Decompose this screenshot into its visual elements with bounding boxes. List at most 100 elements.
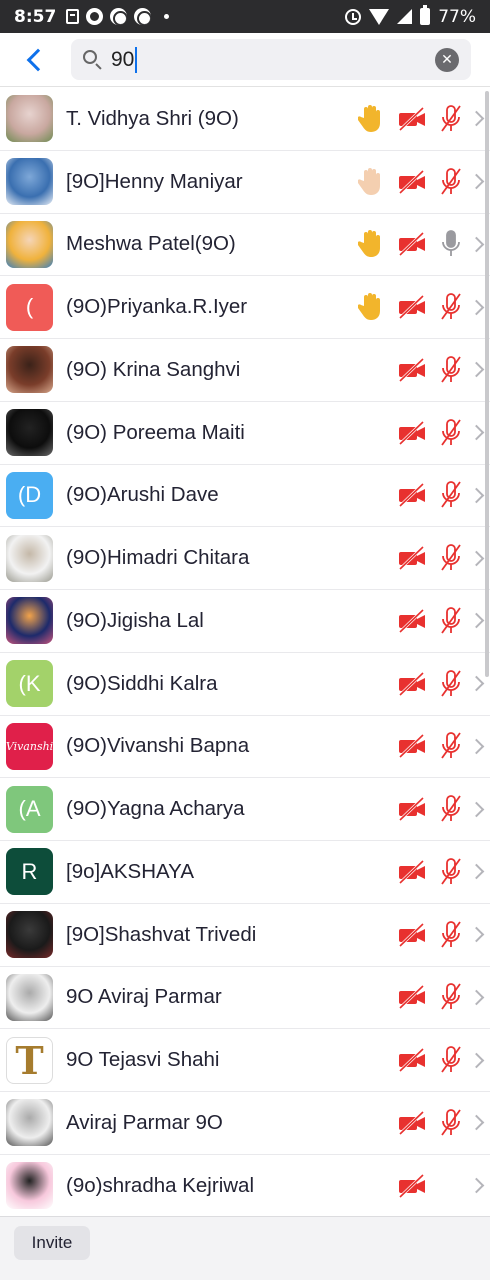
- status-bar: 8:57 77%: [0, 0, 490, 33]
- mic-muted-icon: [438, 104, 464, 134]
- search-input[interactable]: [111, 45, 421, 74]
- back-button[interactable]: [18, 43, 52, 77]
- participant-name: [9O]Shashvat Trivedi: [66, 922, 257, 946]
- participant-row[interactable]: [9O]Henny Maniyar: [0, 151, 490, 214]
- chevron-right-icon: [468, 1115, 485, 1131]
- participant-avatar: (D: [6, 471, 53, 519]
- mic-muted-icon: [438, 167, 464, 197]
- participant-avatar: [6, 534, 53, 582]
- invite-button[interactable]: Invite: [14, 1226, 90, 1260]
- participant-row[interactable]: ((9O)Priyanka.R.Iyer: [0, 276, 490, 339]
- participant-row[interactable]: (9O) Krina Sanghvi: [0, 339, 490, 402]
- participant-row[interactable]: (9O) Poreema Maiti: [0, 402, 490, 465]
- mic-muted-icon: [438, 669, 464, 699]
- participant-avatar: R: [6, 848, 53, 896]
- raised-hand-icon: [357, 104, 384, 134]
- mic-muted-icon: [438, 794, 464, 824]
- video-off-icon: [398, 169, 426, 194]
- chevron-right-icon: [468, 299, 485, 315]
- participant-name: T. Vidhya Shri (9O): [66, 106, 239, 130]
- chevron-right-icon: [468, 362, 485, 378]
- video-off-icon: [398, 232, 426, 257]
- participant-row[interactable]: T. Vidhya Shri (9O): [0, 88, 490, 151]
- participant-row[interactable]: Meshwa Patel(9O): [0, 214, 490, 277]
- clear-search-button[interactable]: ✕: [435, 48, 459, 72]
- mic-on-icon: [438, 229, 464, 259]
- mic-muted-icon: [438, 1108, 464, 1138]
- raised-hand-icon: [357, 292, 384, 322]
- video-off-icon: [398, 546, 426, 571]
- participant-name: 9O Tejasvi Shahi: [66, 1048, 220, 1072]
- mic-muted-icon: [438, 292, 464, 322]
- participant-name: (9o)shradha Kejriwal: [66, 1173, 255, 1197]
- chevron-right-icon: [468, 550, 485, 566]
- participant-avatar: [6, 1099, 53, 1147]
- participant-row[interactable]: Vivanshi (9O)Vivanshi Bapna: [0, 716, 490, 779]
- notification-ball-icon: [134, 8, 152, 25]
- participant-avatar: [6, 973, 53, 1021]
- chevron-right-icon: [468, 1177, 485, 1194]
- chevron-right-icon: [468, 173, 485, 190]
- participant-avatar: (: [6, 283, 53, 331]
- video-off-icon: [398, 922, 426, 947]
- alarm-icon: [345, 8, 362, 25]
- video-off-icon: [398, 295, 426, 320]
- participant-name: Meshwa Patel(9O): [66, 232, 236, 256]
- participant-avatar: [6, 1162, 53, 1210]
- chevron-right-icon: [468, 487, 485, 504]
- participant-row[interactable]: (9O)Jigisha Lal: [0, 590, 490, 653]
- avatar-initial: (: [25, 294, 34, 320]
- participant-avatar: [6, 95, 53, 143]
- participant-name: [9o]AKSHAYA: [66, 859, 194, 883]
- video-off-icon: [398, 985, 426, 1010]
- participant-avatar: [6, 911, 53, 959]
- more-notifications-dot-icon: [164, 14, 170, 19]
- participant-row[interactable]: (K (9O)Siddhi Kalra: [0, 653, 490, 716]
- back-chevron-icon: [26, 48, 50, 72]
- participant-avatar: [6, 220, 53, 268]
- participant-row[interactable]: 9O Aviraj Parmar: [0, 967, 490, 1030]
- avatar-initial: (A: [18, 796, 41, 822]
- video-off-icon: [398, 483, 426, 508]
- notification-doc-icon: [66, 9, 80, 24]
- participant-row[interactable]: [9O]Shashvat Trivedi: [0, 904, 490, 967]
- participant-avatar: T: [6, 1036, 53, 1084]
- participant-list[interactable]: T. Vidhya Shri (9O) [9O]Henny Maniyar Mesh…: [0, 88, 490, 1216]
- video-off-icon: [398, 357, 426, 382]
- battery-percent: 77%: [438, 6, 476, 27]
- video-off-icon: [398, 1173, 426, 1198]
- chevron-right-icon: [468, 1052, 485, 1068]
- chevron-right-icon: [468, 613, 485, 629]
- participant-row[interactable]: (D (9O)Arushi Dave: [0, 465, 490, 528]
- participant-name: (9O)Siddhi Kalra: [66, 671, 218, 695]
- participant-name: Aviraj Parmar 9O: [66, 1110, 223, 1134]
- participant-avatar: (K: [6, 660, 53, 708]
- raised-hand-icon: [357, 167, 384, 197]
- video-off-icon: [398, 1048, 426, 1073]
- participant-row[interactable]: Aviraj Parmar 9O: [0, 1092, 490, 1155]
- avatar-initial: Vivanshi: [6, 739, 53, 753]
- participant-row[interactable]: R [9o]AKSHAYA: [0, 841, 490, 904]
- participant-row[interactable]: (9o)shradha Kejriwal: [0, 1155, 490, 1216]
- raised-hand-icon: [357, 229, 384, 259]
- participant-row[interactable]: T 9O Tejasvi Shahi: [0, 1029, 490, 1092]
- chevron-right-icon: [468, 864, 485, 880]
- mic-muted-icon: [438, 418, 464, 448]
- status-system-icons: 77%: [345, 5, 476, 27]
- mic-muted-icon: [438, 355, 464, 385]
- participant-row[interactable]: (9O)Himadri Chitara: [0, 527, 490, 590]
- mic-muted-icon: [438, 606, 464, 636]
- list-scrollbar[interactable]: [485, 91, 489, 677]
- participant-name: (9O) Poreema Maiti: [66, 420, 245, 444]
- video-off-icon: [398, 671, 426, 696]
- search-box[interactable]: ✕: [71, 39, 471, 80]
- mic-muted-icon: [438, 543, 464, 573]
- chevron-right-icon: [468, 675, 485, 692]
- chevron-right-icon: [468, 926, 485, 943]
- participant-name: (9O)Jigisha Lal: [66, 608, 204, 632]
- participant-avatar: Vivanshi: [6, 722, 53, 770]
- participant-name: (9O)Arushi Dave: [66, 483, 219, 507]
- participant-row[interactable]: (A (9O)Yagna Acharya: [0, 778, 490, 841]
- mic-muted-icon: [438, 731, 464, 761]
- chevron-right-icon: [468, 424, 485, 441]
